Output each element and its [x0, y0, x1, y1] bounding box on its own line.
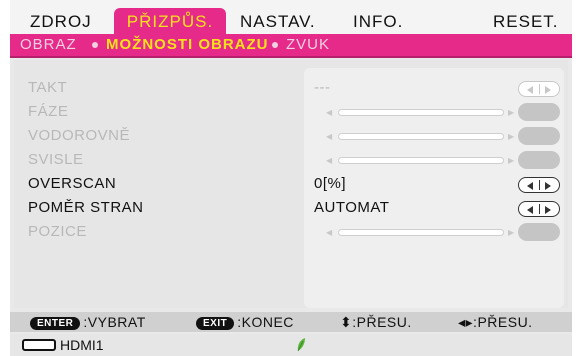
updown-hint: ⬍:PŘESU. — [340, 314, 412, 330]
right-arrow-icon — [545, 86, 551, 94]
takt-arrow-control — [518, 81, 560, 97]
pomer-stran-arrow-control[interactable] — [518, 201, 560, 217]
menu-item-svisle: SVISLE — [28, 151, 84, 168]
svisle-slider-knob — [518, 151, 560, 169]
leftright-hint: ◂▸:PŘESU. — [458, 314, 533, 330]
slider-right-icon: ▶ — [508, 156, 515, 165]
eco-leaf-icon — [297, 338, 305, 352]
enter-key-icon: ENTER — [30, 317, 81, 330]
faze-slider-knob — [518, 103, 560, 121]
overscan-value: 0[%] — [314, 175, 347, 192]
control-hint-bar: ENTER:VYBRAT EXIT:KONEC ⬍:PŘESU. ◂▸:PŘES… — [10, 312, 572, 332]
hdmi-connector-icon — [22, 339, 56, 351]
exit-hint-label: :KONEC — [237, 314, 294, 330]
tab-prizpus[interactable]: PŘIZPŮS. — [114, 8, 226, 34]
svisle-slider — [338, 157, 504, 164]
tab-reset[interactable]: RESET. — [493, 8, 559, 34]
menu-item-pomer-stran[interactable]: POMĚR STRAN — [28, 199, 144, 216]
slider-left-icon: ◀ — [326, 108, 333, 117]
menu-item-takt: TAKT — [28, 79, 68, 96]
enter-hint-label: :VYBRAT — [83, 314, 146, 330]
enter-hint: ENTER:VYBRAT — [30, 312, 146, 332]
pozice-slider-knob — [518, 223, 560, 241]
pomer-stran-value: AUTOMAT — [314, 199, 390, 216]
right-arrow-icon — [545, 206, 551, 214]
slider-left-icon: ◀ — [326, 228, 333, 237]
tab-nastav[interactable]: NASTAV. — [240, 8, 316, 34]
status-bar: HDMI1 — [10, 334, 572, 356]
left-arrow-icon — [527, 182, 533, 190]
left-arrow-icon — [527, 206, 533, 214]
exit-key-icon: EXIT — [196, 317, 235, 330]
faze-slider — [338, 109, 504, 116]
menu-panel: TAKT --- FÁZE ◀ ▶ VODOROVNĚ ◀ ▶ SVISLE ◀… — [14, 60, 568, 308]
tab-info[interactable]: INFO. — [353, 8, 403, 34]
slider-left-icon: ◀ — [326, 156, 333, 165]
pozice-slider — [338, 229, 504, 236]
subtab-moznosti-obrazu[interactable]: MOŽNOSTI OBRAZU — [106, 34, 269, 56]
slider-right-icon: ▶ — [508, 108, 515, 117]
left-arrow-icon — [527, 86, 533, 94]
slider-right-icon: ▶ — [508, 132, 515, 141]
takt-value: --- — [314, 79, 331, 96]
tab-zdroj[interactable]: ZDROJ — [30, 8, 92, 34]
overscan-arrow-control[interactable] — [518, 177, 560, 193]
menu-item-faze: FÁZE — [28, 103, 69, 120]
slider-right-icon: ▶ — [508, 228, 515, 237]
subtab-obraz[interactable]: OBRAZ — [20, 34, 77, 56]
subtab-zvuk[interactable]: ZVUK — [286, 34, 330, 56]
vodorovne-slider — [338, 133, 504, 140]
projector-menu: ZDROJ PŘIZPŮS. NASTAV. INFO. RESET. OBRA… — [10, 0, 572, 356]
separator-dot — [272, 42, 278, 48]
right-arrow-icon — [545, 182, 551, 190]
input-source-label: HDMI1 — [60, 337, 104, 353]
menu-item-pozice: POZICE — [28, 223, 87, 240]
top-tab-bar: ZDROJ PŘIZPŮS. NASTAV. INFO. RESET. — [10, 0, 572, 34]
menu-item-vodorovne: VODOROVNĚ — [28, 127, 131, 144]
sub-tab-bar: OBRAZ MOŽNOSTI OBRAZU ZVUK — [10, 34, 572, 58]
exit-hint: EXIT:KONEC — [196, 312, 294, 332]
slider-left-icon: ◀ — [326, 132, 333, 141]
separator-dot — [92, 42, 98, 48]
vodorovne-slider-knob — [518, 127, 560, 145]
menu-item-overscan[interactable]: OVERSCAN — [28, 175, 116, 192]
